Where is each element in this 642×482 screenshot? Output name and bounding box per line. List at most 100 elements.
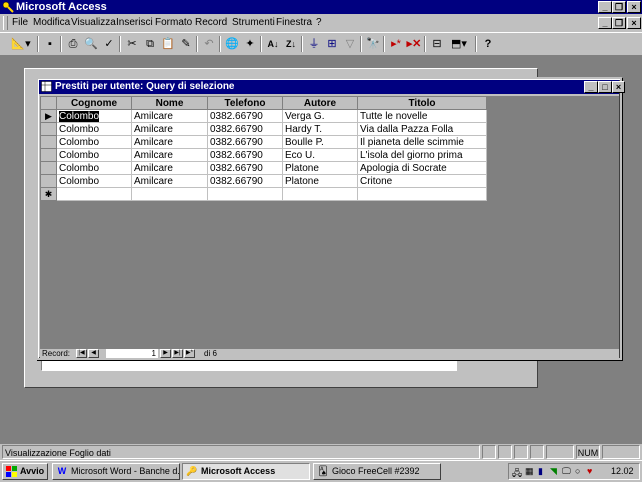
new-record-asterisk-icon[interactable]: ✱ <box>40 187 57 201</box>
menu-visualizza[interactable]: Visualizza <box>71 17 116 28</box>
column-header-telefono[interactable]: Telefono <box>207 96 283 110</box>
filter-by-form-icon[interactable]: ⊞ <box>323 36 341 52</box>
tray-scheduler-icon[interactable]: ▦ <box>525 466 534 477</box>
table-row[interactable]: ▶ Colombo Amilcare 0382.66790 Verga G. T… <box>40 109 487 123</box>
cell-autore[interactable]: Eco U. <box>282 148 358 162</box>
cell-nome[interactable]: Amilcare <box>131 148 208 162</box>
filter-by-selection-icon[interactable]: ⏚ <box>305 36 323 52</box>
cell-cognome[interactable]: Colombo <box>56 161 132 175</box>
minimize-button[interactable]: _ <box>598 1 612 13</box>
column-header-nome[interactable]: Nome <box>131 96 208 110</box>
cell-cognome[interactable]: Colombo <box>56 148 132 162</box>
table-row[interactable]: Colombo Amilcare 0382.66790 Boulle P. Il… <box>40 135 487 149</box>
taskbar-item-access[interactable]: 🔑 Microsoft Access <box>182 463 310 480</box>
cell-telefono[interactable]: 0382.66790 <box>207 135 283 149</box>
table-row[interactable]: Colombo Amilcare 0382.66790 Platone Crit… <box>40 174 487 188</box>
cell-new[interactable] <box>282 187 358 201</box>
current-record-field[interactable]: 1 <box>106 349 158 358</box>
menu-strumenti[interactable]: Strumenti <box>232 17 275 28</box>
cell-titolo[interactable]: Il pianeta delle scimmie <box>357 135 487 149</box>
row-selector[interactable] <box>40 148 57 162</box>
cell-new[interactable] <box>357 187 487 201</box>
restore-button[interactable]: ❐ <box>612 1 626 13</box>
help-icon[interactable]: ? <box>479 36 497 52</box>
menu-help[interactable]: ? <box>316 17 322 28</box>
cell-autore[interactable]: Platone <box>282 174 358 188</box>
table-row[interactable]: Colombo Amilcare 0382.66790 Hardy T. Via… <box>40 122 487 136</box>
database-window-icon[interactable]: ⊟ <box>428 36 446 52</box>
last-record-button[interactable]: ▶| <box>172 349 183 358</box>
design-view-icon[interactable]: 📐▾ <box>8 36 34 52</box>
cell-cognome[interactable]: Colombo <box>56 122 132 136</box>
save-icon[interactable]: ▪ <box>41 36 59 52</box>
cell-telefono[interactable]: 0382.66790 <box>207 174 283 188</box>
query-maximize-button[interactable]: □ <box>598 81 612 93</box>
cell-titolo[interactable]: Tutte le novelle <box>357 109 487 123</box>
cell-telefono[interactable]: 0382.66790 <box>207 148 283 162</box>
cell-autore[interactable]: Platone <box>282 161 358 175</box>
copy-icon[interactable]: ⧉ <box>141 36 159 52</box>
tray-monitor-icon[interactable]: ▮ <box>538 466 543 477</box>
query-title-bar[interactable]: Prestiti per utente: Query di selezione … <box>39 80 625 94</box>
print-preview-icon[interactable]: 🔍 <box>82 36 100 52</box>
tray-display-icon[interactable]: 🖵 <box>562 466 571 477</box>
cell-telefono[interactable]: 0382.66790 <box>207 109 283 123</box>
cell-titolo[interactable]: Via dalla Pazza Folla <box>357 122 487 136</box>
cell-cognome[interactable]: Colombo <box>56 174 132 188</box>
taskbar-item-freecell[interactable]: 🂡 Gioco FreeCell #2392 <box>313 463 441 480</box>
print-icon[interactable]: ⎙ <box>64 36 82 52</box>
tray-globe-icon[interactable]: ○ <box>575 466 580 476</box>
undo-icon[interactable]: ↶ <box>200 36 218 52</box>
menu-modifica[interactable]: Modifica <box>33 17 70 28</box>
format-painter-icon[interactable]: ✎ <box>177 36 195 52</box>
row-selector[interactable] <box>40 174 57 188</box>
cell-nome[interactable]: Amilcare <box>131 122 208 136</box>
web-toolbar-icon[interactable]: ✦ <box>241 36 259 52</box>
new-record-icon[interactable]: ▸* <box>387 36 405 52</box>
table-row[interactable]: Colombo Amilcare 0382.66790 Eco U. L'iso… <box>40 148 487 162</box>
new-object-icon[interactable]: ⬒▾ <box>446 36 472 52</box>
spelling-icon[interactable]: ✓ <box>100 36 118 52</box>
cell-autore[interactable]: Hardy T. <box>282 122 358 136</box>
current-record-indicator-icon[interactable]: ▶ <box>40 109 57 123</box>
cell-autore[interactable]: Verga G. <box>282 109 358 123</box>
cut-icon[interactable]: ✂ <box>123 36 141 52</box>
app-title-bar[interactable]: Microsoft Access _ ❐ × <box>0 0 642 14</box>
cell-new[interactable] <box>56 187 132 201</box>
tray-network-icon[interactable]: 🖧 <box>512 466 522 482</box>
query-close-button[interactable]: × <box>612 81 625 93</box>
menu-finestra[interactable]: Finestra <box>276 17 312 28</box>
cell-nome[interactable]: Amilcare <box>131 109 208 123</box>
first-record-button[interactable]: |◀ <box>76 349 87 358</box>
row-selector[interactable] <box>40 135 57 149</box>
tray-heart-icon[interactable]: ♥ <box>587 466 592 476</box>
column-header-autore[interactable]: Autore <box>282 96 358 110</box>
apply-filter-icon[interactable]: ▽ <box>341 36 359 52</box>
cell-telefono[interactable]: 0382.66790 <box>207 122 283 136</box>
menu-record[interactable]: Record <box>195 17 227 28</box>
tray-volume-icon[interactable]: ◥ <box>550 466 557 477</box>
find-icon[interactable]: 🔭 <box>364 36 382 52</box>
column-header-titolo[interactable]: Titolo <box>357 96 487 110</box>
column-header-cognome[interactable]: Cognome <box>56 96 132 110</box>
row-selector[interactable] <box>40 161 57 175</box>
paste-icon[interactable]: 📋 <box>159 36 177 52</box>
close-button[interactable]: × <box>627 1 641 13</box>
table-row[interactable]: Colombo Amilcare 0382.66790 Platone Apol… <box>40 161 487 175</box>
sort-descending-icon[interactable]: Z↓ <box>282 36 300 52</box>
row-selector[interactable] <box>40 122 57 136</box>
doc-close-button[interactable]: × <box>627 17 641 29</box>
cell-nome[interactable]: Amilcare <box>131 174 208 188</box>
taskbar-item-word[interactable]: W Microsoft Word - Banche d... <box>52 463 180 480</box>
cell-autore[interactable]: Boulle P. <box>282 135 358 149</box>
menu-file[interactable]: File <box>12 17 28 28</box>
menu-formato[interactable]: Formato <box>155 17 192 28</box>
next-record-button[interactable]: ▶ <box>160 349 171 358</box>
cell-titolo[interactable]: Apologia di Socrate <box>357 161 487 175</box>
cell-nome[interactable]: Amilcare <box>131 135 208 149</box>
insert-hyperlink-icon[interactable]: 🌐 <box>223 36 241 52</box>
new-record-row[interactable]: ✱ <box>40 187 487 201</box>
cell-titolo[interactable]: L'isola del giorno prima <box>357 148 487 162</box>
doc-restore-button[interactable]: ❐ <box>612 17 626 29</box>
delete-record-icon[interactable]: ▸✕ <box>405 36 423 52</box>
